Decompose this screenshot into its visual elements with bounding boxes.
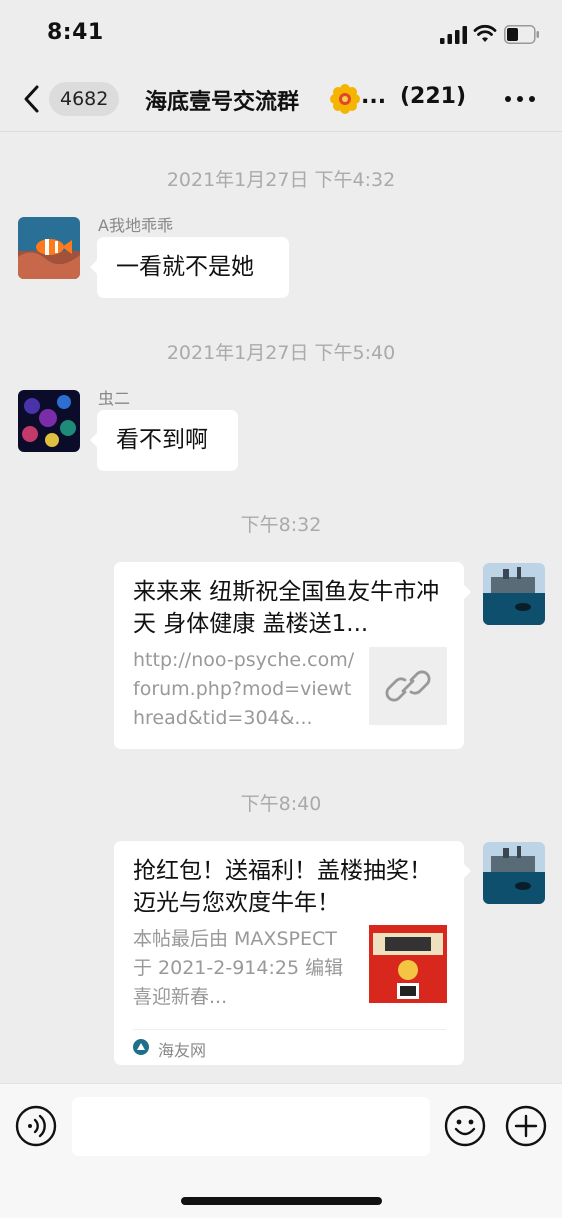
cellular-signal-icon <box>440 26 467 44</box>
flower-emoji-icon <box>330 84 360 114</box>
wifi-icon <box>473 24 497 42</box>
chat-header: 4682 海底壹号交流群 <box>0 66 562 132</box>
voice-input-icon[interactable] <box>15 1105 57 1147</box>
message-timestamp: 2021年1月27日 下午5:40 <box>166 342 396 364</box>
more-options-icon[interactable] <box>504 95 536 103</box>
link-card[interactable]: 来来来 纽斯祝全国鱼友牛市冲天 身体健康 盖楼送1... http://noo-… <box>114 562 471 749</box>
link-card-thumbnail <box>369 647 447 725</box>
status-time: 8:41 <box>47 20 104 45</box>
avatar-self[interactable] <box>483 842 545 904</box>
link-card[interactable]: 抢红包！送福利！盖楼抽奖！迈光与您欢度牛年！ 本帖最后由 MAXSPECT 于 … <box>114 841 471 1065</box>
source-logo-icon <box>133 1039 149 1055</box>
home-indicator <box>181 1197 382 1205</box>
message-timestamp: 2021年1月27日 下午4:32 <box>166 169 396 191</box>
message-bubble[interactable]: 看不到啊 <box>90 410 238 471</box>
back-chevron-icon[interactable] <box>20 84 42 114</box>
sender-name: A我地乖乖 <box>98 216 173 235</box>
link-icon <box>385 670 431 702</box>
link-card-title: 来来来 纽斯祝全国鱼友牛市冲天 身体健康 盖楼送1... <box>133 579 440 637</box>
message-timestamp: 下午8:32 <box>240 514 322 536</box>
card-divider <box>133 1029 446 1030</box>
link-card-thumbnail <box>369 925 447 1003</box>
status-bar: 8:41 <box>0 0 562 66</box>
message-input[interactable] <box>72 1097 430 1156</box>
battery-icon <box>504 25 539 44</box>
avatar-reef-tank[interactable] <box>18 390 80 452</box>
link-card-description: 本帖最后由 MAXSPECT 于 2021-2-914:25 编辑喜迎新春... <box>133 928 344 1008</box>
link-card-title: 抢红包！送福利！盖楼抽奖！迈光与您欢度牛年！ <box>133 858 432 916</box>
sender-name: 虫二 <box>98 389 131 408</box>
message-bubble[interactable]: 一看就不是她 <box>90 237 289 298</box>
member-count: (221) <box>400 84 467 109</box>
unread-count-badge[interactable]: 4682 <box>49 82 120 116</box>
title-ellipsis: ... <box>361 84 387 109</box>
red-packet-promo-image <box>369 925 447 1003</box>
avatar-clownfish[interactable] <box>18 217 80 279</box>
message-timestamp: 下午8:40 <box>240 793 322 815</box>
more-functions-plus-icon[interactable] <box>505 1105 547 1147</box>
avatar-self[interactable] <box>483 563 545 625</box>
link-card-description: http://noo-psyche.com/forum.php?mod=view… <box>133 649 355 729</box>
emoji-icon[interactable] <box>444 1105 486 1147</box>
link-card-source: 海友网 <box>158 1041 207 1060</box>
